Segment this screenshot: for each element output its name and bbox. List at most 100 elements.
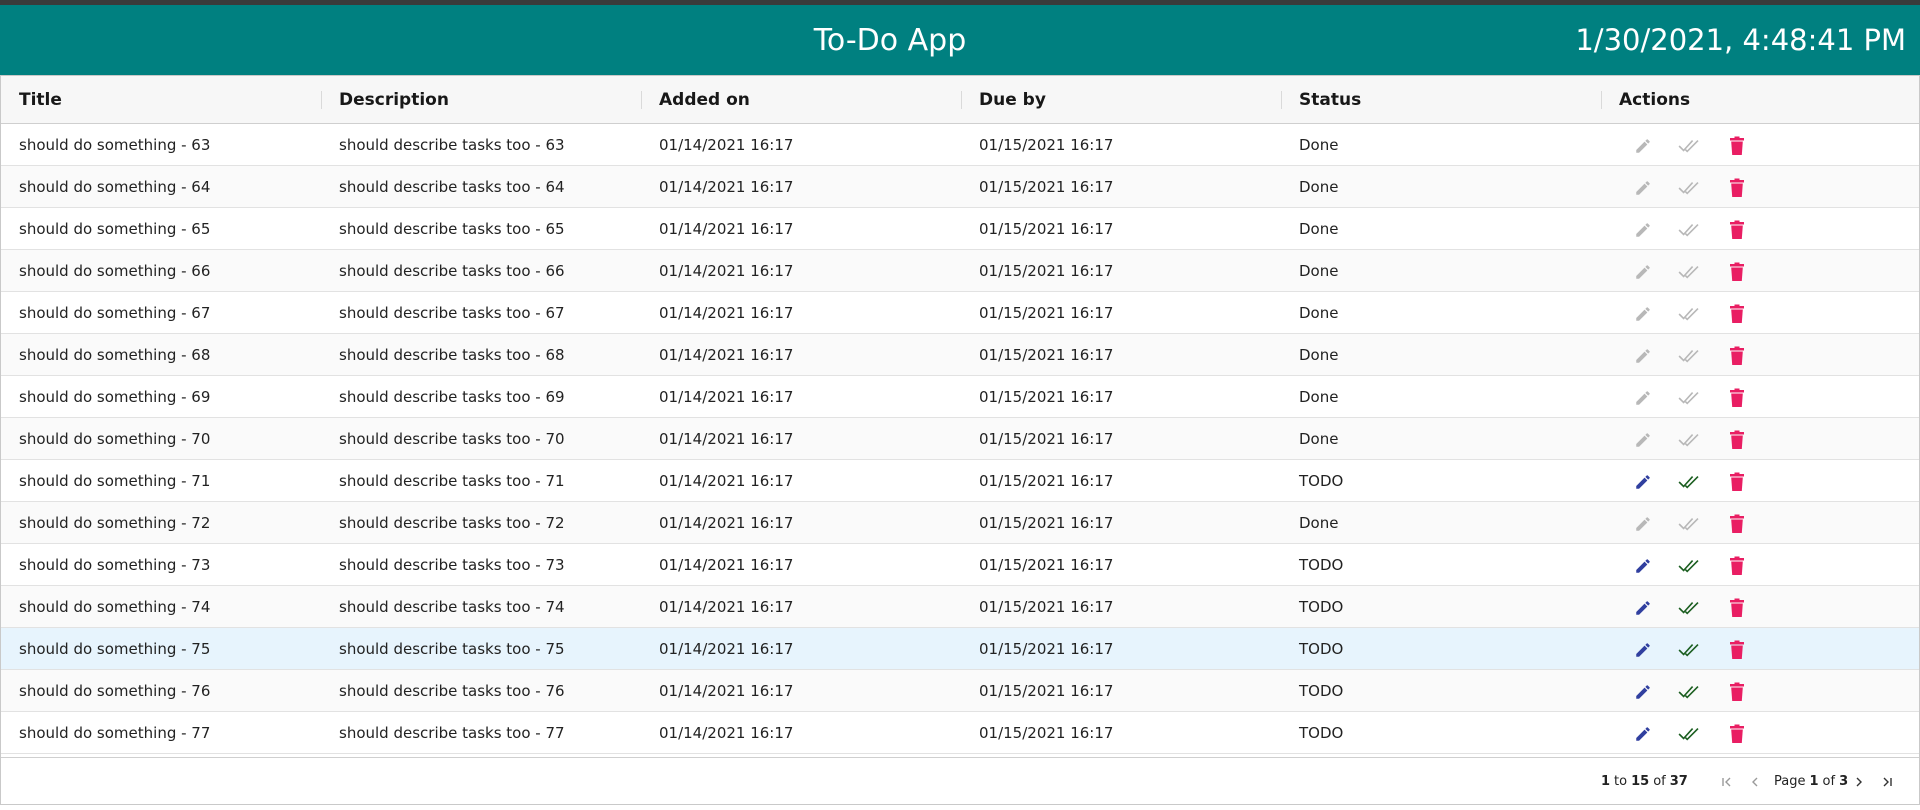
cell-status: Done <box>1299 346 1339 364</box>
column-header-title[interactable]: Title <box>1 76 62 124</box>
trash-icon[interactable] <box>1725 219 1749 241</box>
pencil-icon[interactable] <box>1631 639 1655 661</box>
cell-added-on: 01/14/2021 16:17 <box>659 556 794 574</box>
trash-icon[interactable] <box>1725 345 1749 367</box>
cell-added-on: 01/14/2021 16:17 <box>659 178 794 196</box>
table-row[interactable]: should do something - 70 should describe … <box>1 418 1919 460</box>
double-check-icon <box>1677 513 1701 535</box>
cell-title: should do something - 75 <box>19 640 211 658</box>
cell-description: should describe tasks too - 70 <box>339 430 565 448</box>
column-header-actions: Actions <box>1619 90 1691 110</box>
cell-title: should do something - 77 <box>19 724 211 742</box>
cell-added-on: 01/14/2021 16:17 <box>659 304 794 322</box>
trash-icon[interactable] <box>1725 597 1749 619</box>
cell-description: should describe tasks too - 68 <box>339 346 565 364</box>
trash-icon[interactable] <box>1725 177 1749 199</box>
column-header-added-on[interactable]: Added on <box>641 76 750 124</box>
cell-status: Done <box>1299 430 1339 448</box>
double-check-icon <box>1677 387 1701 409</box>
cell-description: should describe tasks too - 65 <box>339 220 565 238</box>
pencil-icon[interactable] <box>1631 471 1655 493</box>
cell-status: Done <box>1299 136 1339 154</box>
table-row[interactable]: should do something - 73 should describe … <box>1 544 1919 586</box>
double-check-icon[interactable] <box>1677 681 1701 703</box>
cell-due-by: 01/15/2021 16:17 <box>979 472 1114 490</box>
table-row[interactable]: should do something - 69 should describe … <box>1 376 1919 418</box>
cell-title: should do something - 71 <box>19 472 211 490</box>
column-header-status[interactable]: Status <box>1281 76 1361 124</box>
cell-due-by: 01/15/2021 16:17 <box>979 220 1114 238</box>
trash-icon[interactable] <box>1725 261 1749 283</box>
cell-description: should describe tasks too - 77 <box>339 724 565 742</box>
cell-due-by: 01/15/2021 16:17 <box>979 388 1114 406</box>
double-check-icon[interactable] <box>1677 723 1701 745</box>
cell-description: should describe tasks too - 72 <box>339 514 565 532</box>
cell-due-by: 01/15/2021 16:17 <box>979 430 1114 448</box>
column-header-description[interactable]: Description <box>321 76 449 124</box>
table-row[interactable]: should do something - 67 should describe … <box>1 292 1919 334</box>
trash-icon[interactable] <box>1725 429 1749 451</box>
cell-due-by: 01/15/2021 16:17 <box>979 304 1114 322</box>
table-row[interactable]: should do something - 64 should describe … <box>1 166 1919 208</box>
current-page: 1 <box>1809 774 1819 789</box>
cell-status: TODO <box>1299 556 1344 574</box>
cell-added-on: 01/14/2021 16:17 <box>659 220 794 238</box>
pencil-icon <box>1631 177 1655 199</box>
pencil-icon[interactable] <box>1631 597 1655 619</box>
double-check-icon <box>1677 303 1701 325</box>
column-header-due-by[interactable]: Due by <box>961 76 1046 124</box>
pencil-icon <box>1631 387 1655 409</box>
pencil-icon[interactable] <box>1631 681 1655 703</box>
table-row[interactable]: should do something - 75 should describe … <box>1 628 1919 670</box>
table-row[interactable]: should do something - 63 should describe … <box>1 124 1919 166</box>
next-page-icon[interactable] <box>1849 772 1869 792</box>
cell-title: should do something - 69 <box>19 388 211 406</box>
double-check-icon <box>1677 261 1701 283</box>
pencil-icon <box>1631 429 1655 451</box>
trash-icon[interactable] <box>1725 387 1749 409</box>
cell-status: Done <box>1299 178 1339 196</box>
table-row[interactable]: should do something - 66 should describe … <box>1 250 1919 292</box>
cell-due-by: 01/15/2021 16:17 <box>979 514 1114 532</box>
double-check-icon[interactable] <box>1677 639 1701 661</box>
trash-icon[interactable] <box>1725 723 1749 745</box>
pencil-icon <box>1631 261 1655 283</box>
double-check-icon[interactable] <box>1677 597 1701 619</box>
first-page-icon[interactable] <box>1717 772 1737 792</box>
row-summary: 1 to 15 of 37 <box>1601 758 1688 805</box>
table-row[interactable]: should do something - 77 should describe … <box>1 712 1919 754</box>
trash-icon[interactable] <box>1725 513 1749 535</box>
cell-added-on: 01/14/2021 16:17 <box>659 640 794 658</box>
pencil-icon[interactable] <box>1631 555 1655 577</box>
trash-icon[interactable] <box>1725 681 1749 703</box>
table-row[interactable]: should do something - 65 should describe … <box>1 208 1919 250</box>
trash-icon[interactable] <box>1725 555 1749 577</box>
cell-title: should do something - 74 <box>19 598 211 616</box>
cell-due-by: 01/15/2021 16:17 <box>979 640 1114 658</box>
trash-icon[interactable] <box>1725 135 1749 157</box>
cell-added-on: 01/14/2021 16:17 <box>659 430 794 448</box>
table-row[interactable]: should do something - 76 should describe … <box>1 670 1919 712</box>
table-row[interactable]: should do something - 71 should describe … <box>1 460 1919 502</box>
page-indicator: Page 1 of 3 <box>1774 758 1848 805</box>
cell-title: should do something - 76 <box>19 682 211 700</box>
cell-due-by: 01/15/2021 16:17 <box>979 262 1114 280</box>
table-row[interactable]: should do something - 74 should describe … <box>1 586 1919 628</box>
table-row[interactable]: should do something - 68 should describe … <box>1 334 1919 376</box>
cell-due-by: 01/15/2021 16:17 <box>979 556 1114 574</box>
table-row[interactable]: should do something - 72 should describe … <box>1 502 1919 544</box>
cell-added-on: 01/14/2021 16:17 <box>659 388 794 406</box>
last-page-icon[interactable] <box>1877 772 1897 792</box>
double-check-icon[interactable] <box>1677 555 1701 577</box>
cell-description: should describe tasks too - 75 <box>339 640 565 658</box>
double-check-icon[interactable] <box>1677 471 1701 493</box>
pencil-icon[interactable] <box>1631 723 1655 745</box>
row-of-word: of <box>1653 774 1666 789</box>
cell-title: should do something - 67 <box>19 304 211 322</box>
trash-icon[interactable] <box>1725 471 1749 493</box>
trash-icon[interactable] <box>1725 639 1749 661</box>
trash-icon[interactable] <box>1725 303 1749 325</box>
page-count: 3 <box>1839 774 1849 789</box>
app-title: To-Do App <box>813 22 967 58</box>
previous-page-icon[interactable] <box>1745 772 1765 792</box>
